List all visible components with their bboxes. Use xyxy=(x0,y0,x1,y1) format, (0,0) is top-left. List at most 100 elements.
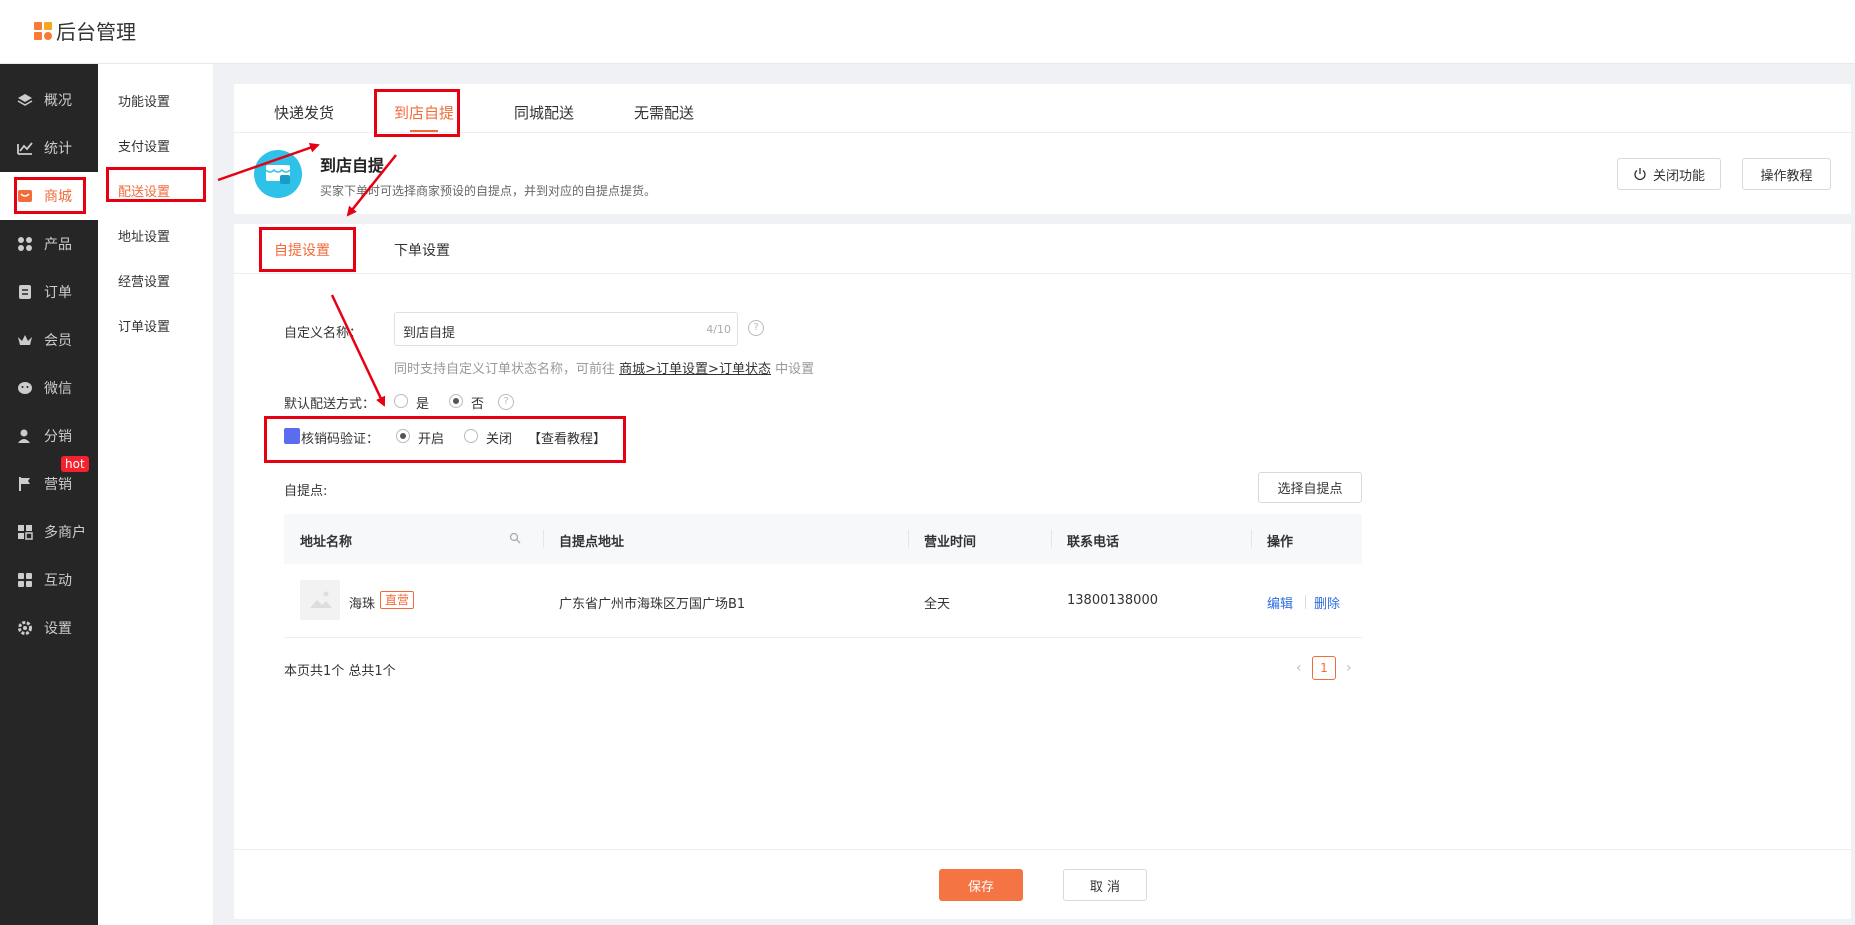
sidebar-item-multi-merchant[interactable]: 多商户 xyxy=(0,508,98,556)
sidebar-item-label: 微信 xyxy=(44,381,72,397)
business-hours: 全天 xyxy=(924,597,951,612)
app-title: 后台管理 xyxy=(56,20,136,44)
tutorial-button[interactable]: 操作教程 xyxy=(1742,158,1831,190)
save-label: 保存 xyxy=(967,879,994,895)
sidebar-item-interaction[interactable]: 互动 xyxy=(0,556,98,604)
default-no-radio[interactable] xyxy=(449,394,463,408)
sidebar-item-members[interactable]: 会员 xyxy=(0,316,98,364)
subnav-item-delivery[interactable]: 配送设置 xyxy=(118,181,170,200)
custom-name-value: 到店自提 xyxy=(403,326,456,341)
verify-off-label: 关闭 xyxy=(486,432,513,447)
default-no-label: 否 xyxy=(471,397,485,412)
action-divider xyxy=(1305,595,1306,609)
sidebar-item-label: 多商户 xyxy=(44,525,86,541)
subnav-item-function[interactable]: 功能设置 xyxy=(118,91,170,110)
verify-off-radio[interactable] xyxy=(464,429,478,443)
sidebar-item-shop[interactable]: 商城 xyxy=(0,172,98,220)
subnav-item-address[interactable]: 地址设置 xyxy=(118,226,170,245)
tutorial-label: 操作教程 xyxy=(1760,168,1813,184)
close-feature-button[interactable]: 关闭功能 xyxy=(1617,158,1721,190)
help-icon[interactable]: ? xyxy=(498,394,514,410)
verify-on-radio[interactable] xyxy=(396,429,410,443)
edit-link[interactable]: 编辑 xyxy=(1267,593,1293,612)
search-icon[interactable] xyxy=(509,532,521,544)
store-name: 海珠 xyxy=(349,597,376,612)
subnav-item-business[interactable]: 经营设置 xyxy=(118,271,170,290)
pickup-settings-card: 自提设置 下单设置 自定义名称： 到店自提 4/10 ? 同时支持自定义订单状态… xyxy=(234,224,1851,919)
subnav-item-payment[interactable]: 支付设置 xyxy=(118,136,170,155)
settings-tab-divider xyxy=(234,273,1851,274)
tab-no-delivery[interactable]: 无需配送 xyxy=(634,102,694,123)
table-row: 海珠 直营 广东省广州市海珠区万国广场B1 全天 13800138000 编辑 … xyxy=(284,564,1362,638)
column-divider xyxy=(908,530,909,548)
store-address: 广东省广州市海珠区万国广场B1 xyxy=(559,597,746,612)
sidebar-item-wechat[interactable]: 微信 xyxy=(0,364,98,412)
sidebar-item-overview[interactable]: 概况 xyxy=(0,76,98,124)
sidebar-item-label: 统计 xyxy=(44,141,72,157)
delete-link[interactable]: 删除 xyxy=(1314,593,1340,612)
save-button[interactable]: 保存 xyxy=(939,869,1023,901)
store-icon xyxy=(254,150,302,198)
custom-name-label: 自定义名称： xyxy=(284,326,363,341)
tab-express[interactable]: 快递发货 xyxy=(274,102,334,123)
page-number-current[interactable]: 1 xyxy=(1312,656,1336,680)
app-logo[interactable]: 后台管理 xyxy=(34,16,136,45)
cancel-button[interactable]: 取 消 xyxy=(1063,869,1147,901)
tab-store-pickup[interactable]: 到店自提 xyxy=(394,102,454,123)
char-counter: 4/10 xyxy=(706,323,731,336)
sidebar-item-label: 设置 xyxy=(44,621,72,637)
tab-same-city[interactable]: 同城配送 xyxy=(514,102,574,123)
chart-icon xyxy=(16,139,34,157)
form-footer: 保存 取 消 xyxy=(234,849,1851,919)
sidebar-item-distribution[interactable]: 分销 xyxy=(0,412,98,460)
user-share-icon xyxy=(16,427,34,445)
sidebar-item-label: 会员 xyxy=(44,333,72,349)
gear-icon xyxy=(16,619,34,637)
sidebar-item-label: 订单 xyxy=(44,285,72,301)
feature-title: 到店自提 xyxy=(320,156,385,175)
column-header-address: 自提点地址 xyxy=(559,535,625,550)
power-icon xyxy=(1634,168,1646,181)
sidebar-item-stats[interactable]: 统计 xyxy=(0,124,98,172)
multi-shop-icon xyxy=(16,523,34,541)
layers-icon xyxy=(16,91,34,109)
verify-tutorial-link[interactable]: 【查看教程】 xyxy=(528,428,606,447)
top-bar: 后台管理 xyxy=(0,0,1855,64)
tab-order-settings[interactable]: 下单设置 xyxy=(394,240,450,260)
delivery-mode-card: 快递发货 到店自提 同城配送 无需配送 到店自提 买家下单时可选择商家预设的自提… xyxy=(234,84,1851,214)
logo-icon xyxy=(34,21,52,40)
sidebar-item-label: 产品 xyxy=(44,237,72,253)
column-divider xyxy=(543,530,544,548)
default-yes-label: 是 xyxy=(416,397,430,412)
sidebar-item-settings[interactable]: 设置 xyxy=(0,604,98,652)
verify-badge-icon xyxy=(284,428,300,444)
close-feature-label: 关闭功能 xyxy=(1652,168,1705,184)
shop-icon xyxy=(16,187,34,205)
verify-on-label: 开启 xyxy=(418,432,445,447)
next-page-icon[interactable]: › xyxy=(1346,660,1352,676)
subnav-item-order[interactable]: 订单设置 xyxy=(118,316,170,335)
sidebar-item-label: 营销 xyxy=(44,477,72,493)
cancel-label: 取 消 xyxy=(1089,879,1121,895)
sidebar-item-orders[interactable]: 订单 xyxy=(0,268,98,316)
help-icon[interactable]: ? xyxy=(748,320,764,336)
interact-icon xyxy=(16,571,34,589)
column-header-hours: 营业时间 xyxy=(924,535,977,550)
prev-page-icon[interactable]: ‹ xyxy=(1296,660,1302,676)
sidebar-item-label: 分销 xyxy=(44,429,72,445)
store-thumbnail xyxy=(300,580,340,620)
feature-description: 买家下单时可选择商家预设的自提点，并到对应的自提点提货。 xyxy=(320,184,657,198)
default-yes-radio[interactable] xyxy=(394,394,408,408)
order-status-link[interactable]: 商城>订单设置>订单状态 xyxy=(619,362,771,377)
sub-navigation: 功能设置 支付设置 配送设置 地址设置 经营设置 订单设置 xyxy=(98,64,214,925)
column-header-actions: 操作 xyxy=(1267,535,1294,550)
sidebar-item-products[interactable]: 产品 xyxy=(0,220,98,268)
select-pickup-label: 选择自提点 xyxy=(1277,482,1343,497)
column-header-phone: 联系电话 xyxy=(1067,535,1120,550)
tab-pickup-settings[interactable]: 自提设置 xyxy=(274,240,330,260)
column-header-name: 地址名称 xyxy=(300,535,353,550)
select-pickup-button[interactable]: 选择自提点 xyxy=(1258,472,1362,503)
verify-code-label: 核销码验证： xyxy=(301,432,380,447)
custom-name-input[interactable]: 到店自提 4/10 xyxy=(394,312,738,346)
flag-icon xyxy=(16,475,34,493)
